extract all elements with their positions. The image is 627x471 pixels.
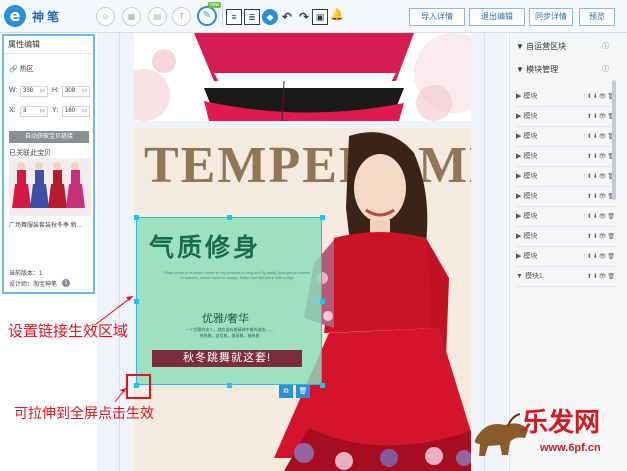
watermark: 乐发网 www.6pf.cn xyxy=(470,398,627,471)
watermark-text: 乐发网 xyxy=(522,408,601,438)
watermark-url: www.6pf.cn xyxy=(540,442,601,454)
bull-logo-icon xyxy=(474,413,528,456)
